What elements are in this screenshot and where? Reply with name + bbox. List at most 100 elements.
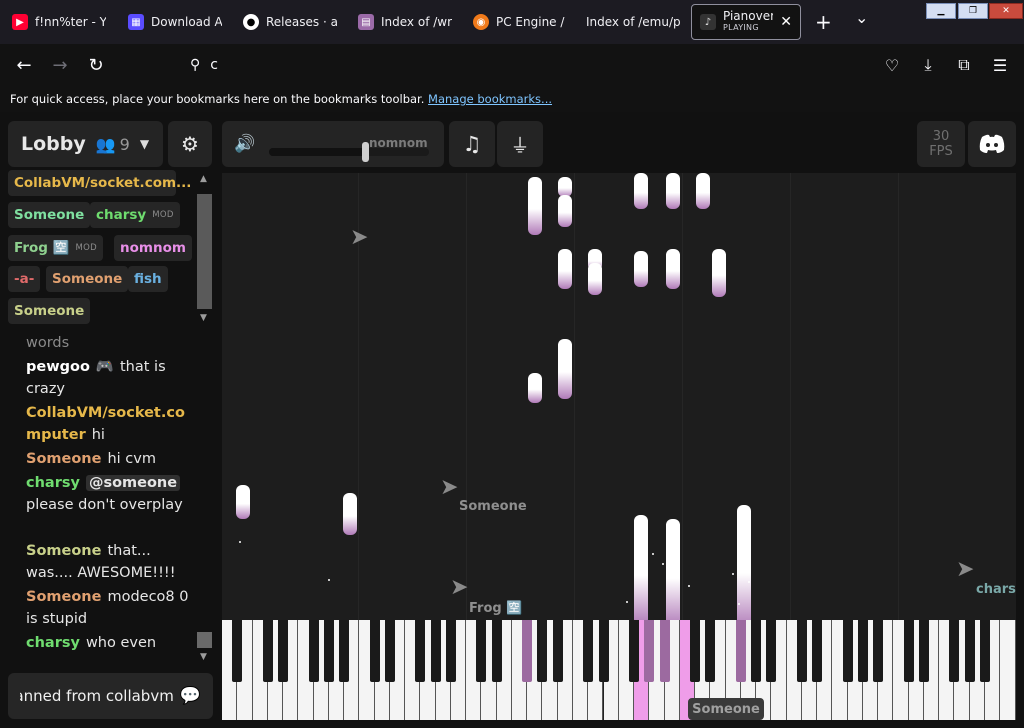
scroll-up-icon[interactable]: ▲ — [200, 174, 207, 184]
piano-keyboard[interactable] — [222, 620, 1016, 720]
chat-author[interactable]: Someone — [26, 543, 101, 559]
black-key[interactable] — [262, 620, 273, 682]
black-key[interactable] — [812, 620, 823, 682]
black-key[interactable] — [629, 620, 640, 682]
black-key[interactable] — [644, 620, 655, 682]
black-key[interactable] — [308, 620, 319, 682]
address-input[interactable]: c — [210, 57, 218, 73]
pocket-icon[interactable]: ♡ — [880, 53, 904, 77]
midi-device-button[interactable]: ⏚ — [497, 121, 543, 167]
tab-playing-label: PLAYING — [723, 23, 759, 32]
user-chip[interactable]: -a- — [8, 266, 41, 292]
chat-author[interactable]: Someone — [26, 451, 101, 467]
black-key[interactable] — [232, 620, 243, 682]
tab-index-emu[interactable]: Index of /emu/pc — [578, 6, 688, 38]
user-chip[interactable]: Someone — [46, 266, 129, 292]
user-chip[interactable]: nomnom — [114, 235, 192, 261]
black-key[interactable] — [751, 620, 762, 682]
address-bar[interactable]: ⚲ c — [182, 51, 842, 79]
black-key[interactable] — [918, 620, 929, 682]
chat-author[interactable]: Someone — [26, 589, 101, 605]
chat-author[interactable]: pewgoo — [26, 359, 90, 375]
black-key[interactable] — [766, 620, 777, 682]
scrollbar-thumb[interactable] — [197, 632, 212, 648]
speech-bubble-icon[interactable]: 💬 — [180, 686, 201, 706]
chevron-down-icon[interactable]: ⌄ — [855, 8, 868, 27]
chat-input[interactable]: banned from collabvm 💬 — [8, 673, 213, 719]
restore-button[interactable]: ❐ — [958, 3, 988, 19]
manage-bookmarks-link[interactable]: Manage bookmarks... — [428, 92, 552, 106]
tab-pc-engine[interactable]: ◉ PC Engine / T — [465, 6, 575, 38]
black-key[interactable] — [537, 620, 548, 682]
chat-input-text[interactable]: banned from collabvm — [20, 687, 174, 705]
falling-note — [712, 249, 726, 297]
user-count-value: 9 — [119, 134, 130, 154]
black-key[interactable] — [415, 620, 426, 682]
chat-author[interactable]: charsy — [26, 475, 80, 491]
forward-arrow-icon[interactable]: → — [48, 53, 72, 77]
user-chip[interactable]: Someone — [8, 298, 91, 324]
scrollbar-thumb[interactable] — [197, 194, 212, 309]
chat-scrollbar[interactable]: ▼ — [197, 332, 212, 662]
black-key[interactable] — [476, 620, 487, 682]
black-key[interactable] — [842, 620, 853, 682]
download-icon[interactable]: ⤓ — [916, 53, 940, 77]
black-key[interactable] — [384, 620, 395, 682]
discord-button[interactable] — [968, 121, 1016, 167]
black-key[interactable] — [796, 620, 807, 682]
black-key[interactable] — [690, 620, 701, 682]
white-key[interactable] — [1000, 620, 1016, 720]
user-chip[interactable]: fish — [128, 266, 168, 292]
tab-download[interactable]: ▦ Download Ar — [120, 6, 230, 38]
black-key[interactable] — [598, 620, 609, 682]
user-name: Frog 🈳 — [14, 240, 70, 256]
scroll-down-icon[interactable]: ▼ — [200, 652, 207, 662]
black-key[interactable] — [583, 620, 594, 682]
back-arrow-icon[interactable]: ← — [12, 53, 36, 77]
user-chip[interactable]: Frog 🈳 MOD — [8, 235, 103, 261]
black-key[interactable] — [491, 620, 502, 682]
new-tab-icon[interactable]: + — [815, 10, 832, 34]
minimize-button[interactable]: ▁ — [926, 3, 956, 19]
black-key[interactable] — [522, 620, 533, 682]
black-key[interactable] — [659, 620, 670, 682]
room-name: Lobby — [21, 133, 86, 155]
black-key[interactable] — [369, 620, 380, 682]
black-key[interactable] — [339, 620, 350, 682]
chat-author[interactable]: CollabVM/socket.computer — [26, 405, 185, 443]
user-chip[interactable]: Someone — [8, 202, 91, 228]
tab-releases[interactable]: ● Releases · are — [235, 6, 345, 38]
room-selector[interactable]: Lobby 👥 9 ▼ — [8, 121, 163, 167]
window-close-button[interactable]: ✕ — [989, 3, 1023, 19]
close-tab-icon[interactable]: ✕ — [780, 14, 792, 30]
menu-icon[interactable]: ☰ — [988, 53, 1012, 77]
black-key[interactable] — [705, 620, 716, 682]
black-key[interactable] — [735, 620, 746, 682]
black-key[interactable] — [980, 620, 990, 682]
black-key[interactable] — [949, 620, 960, 682]
black-key[interactable] — [552, 620, 563, 682]
tab-pianoverse[interactable]: ♪ Pianoverse PLAYING ✕ — [691, 4, 801, 40]
user-list-scrollbar[interactable]: ▲ ▼ — [197, 174, 212, 326]
music-button[interactable]: ♫ — [449, 121, 495, 167]
black-key[interactable] — [445, 620, 456, 682]
tab-youtube[interactable]: ▶ f!nn%ter - Yo — [4, 6, 114, 38]
black-key[interactable] — [278, 620, 289, 682]
black-key[interactable] — [857, 620, 868, 682]
black-key[interactable] — [903, 620, 914, 682]
speaker-icon[interactable]: 🔊 — [234, 134, 255, 154]
tab-index-wra[interactable]: ▤ Index of /wra — [350, 6, 460, 38]
scroll-down-icon[interactable]: ▼ — [200, 313, 207, 323]
black-key[interactable] — [430, 620, 441, 682]
settings-button[interactable]: ⚙ — [168, 121, 212, 167]
reload-icon[interactable]: ↻ — [84, 53, 108, 77]
chat-mention[interactable]: @someone — [85, 475, 181, 491]
black-key[interactable] — [964, 620, 975, 682]
black-key[interactable] — [873, 620, 884, 682]
chat-author[interactable]: charsy — [26, 635, 80, 651]
volume-knob[interactable] — [362, 142, 369, 162]
user-chip[interactable]: CollabVM/socket.com... — [8, 170, 191, 196]
extensions-icon[interactable]: ⧉ — [952, 53, 976, 77]
user-chip[interactable]: charsy MOD — [90, 202, 180, 228]
black-key[interactable] — [323, 620, 334, 682]
